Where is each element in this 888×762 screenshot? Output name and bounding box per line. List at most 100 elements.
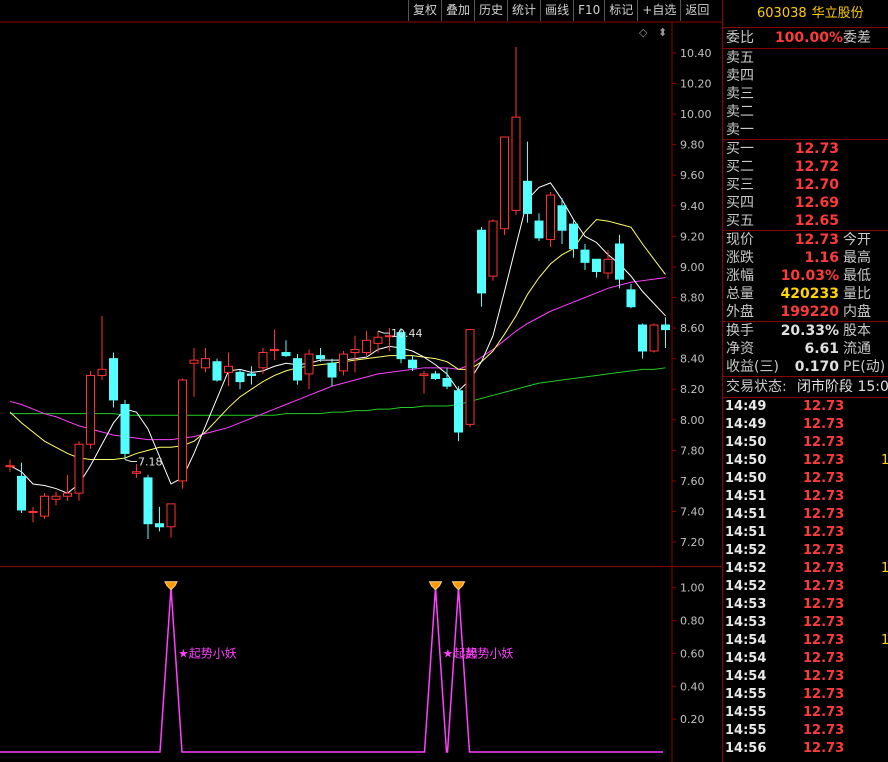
stock-header: 603038 华立股份 bbox=[723, 0, 888, 28]
tick-row: 14:56 12.73 bbox=[723, 740, 888, 758]
tick-row: 14:55 12.73 bbox=[723, 722, 888, 740]
sell-level-3-label: 卖三 bbox=[726, 86, 754, 102]
tick-time: 14:50 bbox=[725, 453, 767, 468]
sell-level-5: 卖五 bbox=[723, 49, 888, 67]
sell-level-3: 卖三 bbox=[723, 85, 888, 103]
candle-body bbox=[580, 249, 590, 263]
tick-volume: 1 bbox=[881, 453, 888, 468]
sub-y-tick-label: 1.00 bbox=[680, 582, 705, 595]
ma5-line bbox=[9, 182, 666, 494]
candle-body bbox=[511, 116, 521, 211]
buy-level-5-value: 12.65 bbox=[794, 213, 839, 229]
ma20-line bbox=[9, 277, 666, 441]
sell-level-1: 卖一 bbox=[723, 121, 888, 139]
y-tick-label: 8.40 bbox=[680, 353, 705, 366]
toolbar-button-2[interactable]: 历史 bbox=[474, 0, 507, 21]
tick-price: 12.73 bbox=[803, 741, 845, 756]
tick-time: 14:54 bbox=[725, 669, 767, 684]
weibi-label: 委比 bbox=[726, 30, 754, 46]
tick-row: 14:50 12.73 bbox=[723, 434, 888, 452]
tick-price: 12.73 bbox=[803, 723, 845, 738]
tick-row: 14:53 12.73 bbox=[723, 614, 888, 632]
tick-list[interactable]: 14:49 12.73 14:49 12.73 14:50 12.73 14:50 12.73… bbox=[723, 397, 888, 758]
candle-body bbox=[327, 362, 337, 378]
candle-body bbox=[500, 136, 509, 230]
candle-body bbox=[534, 220, 544, 239]
stat2-row-2-value: 0.170 bbox=[794, 359, 839, 375]
candle-body bbox=[477, 229, 486, 294]
y-tick-label: 8.60 bbox=[680, 322, 705, 335]
stat2-row-1-label2: 流通 bbox=[843, 341, 871, 357]
candle-body bbox=[454, 390, 463, 433]
weibi-value: 100.00% bbox=[774, 30, 843, 46]
toolbar-button-1[interactable]: 叠加 bbox=[441, 0, 474, 21]
tick-row: 14:50 12.73 1 bbox=[723, 452, 888, 470]
stat2-row-2-label2: PE(动) bbox=[843, 359, 886, 375]
tick-row: 14:49 12.73 bbox=[723, 416, 888, 434]
candle-body bbox=[212, 361, 222, 381]
buy-level-5: 买五 12.65 bbox=[723, 212, 888, 230]
stat-row-1: 涨跌 1.16 最高 bbox=[723, 249, 888, 267]
y-tick-label: 9.60 bbox=[680, 169, 705, 182]
tick-row: 14:55 12.73 bbox=[723, 686, 888, 704]
stat-row-3-label2: 量比 bbox=[843, 286, 871, 302]
buy-level-4-label: 买四 bbox=[726, 195, 754, 211]
diamond-outline-icon[interactable]: ◇ bbox=[639, 26, 647, 39]
candle-body bbox=[258, 352, 268, 369]
toolbar-button-3[interactable]: 统计 bbox=[507, 0, 540, 21]
stock-chart[interactable]: 10.40 10.20 10.00 9.80 9.60 9.40 9.20 9.00 8.80 8… bbox=[0, 0, 722, 762]
tick-row: 14:55 12.73 bbox=[723, 704, 888, 722]
signal-marker-icon bbox=[164, 581, 178, 591]
tick-row: 14:54 12.73 1 bbox=[723, 632, 888, 650]
toolbar-button-6[interactable]: 标记 bbox=[604, 0, 637, 21]
stat-row-3-value: 420233 bbox=[780, 286, 839, 302]
stat-row-1-label2: 最高 bbox=[843, 250, 871, 266]
y-tick-label: 8.20 bbox=[680, 383, 705, 396]
sub-y-tick-label: 0.20 bbox=[680, 713, 705, 726]
stat-row-2-label2: 最低 bbox=[843, 268, 871, 284]
tick-time: 14:49 bbox=[725, 399, 767, 414]
candle-body bbox=[488, 220, 498, 277]
tick-price: 12.73 bbox=[803, 561, 845, 576]
y-tick-label: 9.20 bbox=[680, 230, 705, 243]
tick-time: 14:56 bbox=[725, 741, 767, 756]
tick-price: 12.73 bbox=[803, 687, 845, 702]
stats-block-2: 换手 20.33% 股本 净资 6.61 流通 收益(三) 0.170 PE(动) bbox=[723, 321, 888, 376]
tick-row: 14:52 12.73 bbox=[723, 578, 888, 596]
stat-row-0: 现价 12.73 今开 bbox=[723, 231, 888, 249]
candle-body bbox=[592, 258, 601, 273]
candle-body bbox=[74, 443, 84, 494]
tick-price: 12.73 bbox=[803, 507, 845, 522]
buy-level-1-value: 12.73 bbox=[794, 141, 839, 157]
tick-price: 12.73 bbox=[803, 453, 845, 468]
sub-y-tick-label: 0.60 bbox=[680, 647, 705, 660]
tick-row: 14:50 12.73 bbox=[723, 470, 888, 488]
candle-body bbox=[281, 352, 291, 357]
signal-label: ★起势小妖 bbox=[178, 646, 237, 660]
y-tick-label: 10.00 bbox=[680, 108, 712, 121]
toolbar-button-0[interactable]: 复权 bbox=[408, 0, 441, 21]
tick-price: 12.73 bbox=[803, 543, 845, 558]
stat-row-3: 总量 420233 量比 bbox=[723, 285, 888, 303]
tick-time: 14:52 bbox=[725, 579, 767, 594]
tick-time: 14:53 bbox=[725, 597, 767, 612]
high-annotation: 10.44 bbox=[391, 327, 423, 340]
candle-body bbox=[166, 503, 176, 528]
tick-time: 14:55 bbox=[725, 687, 767, 702]
scroll-icon[interactable]: ⬍ bbox=[658, 26, 667, 39]
tick-price: 12.73 bbox=[803, 417, 845, 432]
tick-row: 14:51 12.73 bbox=[723, 506, 888, 524]
toolbar-button-7[interactable]: +自选 bbox=[637, 0, 680, 21]
toolbar-button-8[interactable]: 返回 bbox=[680, 0, 713, 21]
y-tick-label: 9.40 bbox=[680, 200, 705, 213]
buy-level-3-value: 12.70 bbox=[794, 177, 839, 193]
tick-time: 14:49 bbox=[725, 417, 767, 432]
toolbar-button-5[interactable]: F10 bbox=[573, 0, 604, 21]
candle-body bbox=[109, 358, 118, 401]
tick-time: 14:51 bbox=[725, 489, 767, 504]
weicha-label: 委差 bbox=[843, 30, 871, 46]
toolbar-button-4[interactable]: 画线 bbox=[540, 0, 573, 21]
stat-row-2-label: 涨幅 bbox=[726, 268, 754, 284]
signal-label: 起势小妖 bbox=[466, 646, 514, 660]
tick-time: 14:54 bbox=[725, 633, 767, 648]
